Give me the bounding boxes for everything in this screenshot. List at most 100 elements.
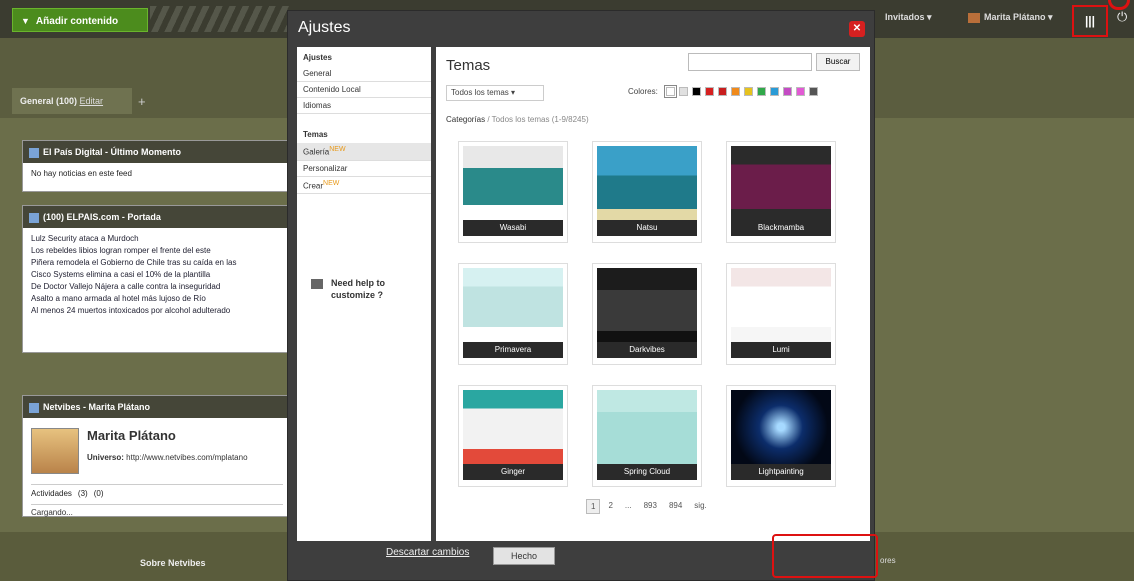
help-link[interactable]: Need help to customize ? — [311, 277, 401, 301]
theme-preview-image — [597, 268, 697, 342]
new-badge: NEW — [329, 146, 346, 153]
theme-name: Primavera — [463, 342, 563, 358]
top-bar-decoration — [150, 6, 290, 32]
pagination: 1 2 ... 893 894 sig. — [586, 499, 711, 514]
list-item[interactable]: Los rebeldes libios logran romper el fre… — [31, 246, 283, 255]
discard-changes-link[interactable]: Descartar cambios — [386, 547, 469, 558]
footer-text: ores — [880, 556, 896, 565]
theme-thumbnail[interactable]: Darkvibes — [592, 263, 702, 365]
search-button[interactable]: Buscar — [816, 53, 860, 71]
list-item[interactable]: Cisco Systems elimina a casi el 10% de l… — [31, 270, 283, 279]
theme-thumbnail[interactable]: Blackmamba — [726, 141, 836, 243]
page-link[interactable]: 1 — [586, 499, 601, 514]
page-link[interactable]: 2 — [604, 499, 616, 514]
list-item[interactable]: De Doctor Vallejo Nájera a calle contra … — [31, 282, 283, 291]
about-link[interactable]: Sobre Netvibes — [140, 558, 206, 568]
theme-name: Blackmamba — [731, 220, 831, 236]
user-menu[interactable]: Marita Plátano ▾ — [968, 12, 1053, 23]
add-tab-icon[interactable]: + — [138, 94, 146, 109]
theme-preview-image — [463, 390, 563, 464]
sidebar-section-temas: Temas — [303, 130, 328, 139]
color-swatch[interactable] — [679, 87, 688, 96]
widget-header[interactable]: El País Digital - Último Momento — [23, 141, 291, 163]
sidebar-item-idiomas[interactable]: Idiomas — [297, 98, 431, 114]
theme-preview-image — [463, 146, 563, 220]
add-content-button[interactable]: ▼ Añadir contenido — [12, 8, 148, 32]
power-icon[interactable]: ⏻ — [1117, 9, 1131, 24]
tab-edit-link[interactable]: Editar — [80, 96, 104, 106]
themes-panel: Temas Buscar Todos los temas ▾ Colores: … — [436, 47, 870, 541]
profile-name[interactable]: Marita Plátano — [87, 428, 248, 443]
theme-thumbnail[interactable]: Wasabi — [458, 141, 568, 243]
theme-preview-image — [597, 146, 697, 220]
color-swatch[interactable] — [796, 87, 805, 96]
theme-name: Natsu — [597, 220, 697, 236]
theme-name: Lumi — [731, 342, 831, 358]
color-swatch[interactable] — [718, 87, 727, 96]
theme-preview-image — [731, 146, 831, 220]
help-icon — [311, 279, 323, 289]
color-swatch[interactable] — [770, 87, 779, 96]
rss-icon — [29, 212, 39, 223]
user-avatar-icon — [968, 12, 980, 23]
theme-filter-select[interactable]: Todos los temas ▾ — [446, 85, 544, 101]
annotation-highlight — [772, 534, 878, 578]
theme-name: Wasabi — [463, 220, 563, 236]
theme-name: Ginger — [463, 464, 563, 480]
color-swatch[interactable] — [757, 87, 766, 96]
theme-thumbnail[interactable]: Natsu — [592, 141, 702, 243]
sidebar-section-ajustes: Ajustes — [303, 53, 332, 62]
page-link[interactable]: 894 — [665, 499, 686, 514]
tab-general[interactable]: General (100) Editar — [12, 88, 132, 114]
color-swatch[interactable] — [731, 87, 740, 96]
theme-thumbnail[interactable]: Ginger — [458, 385, 568, 487]
theme-preview-image — [731, 390, 831, 464]
theme-thumbnail[interactable]: Primavera — [458, 263, 568, 365]
widget-header[interactable]: (100) ELPAIS.com - Portada — [23, 206, 291, 228]
tab-activities[interactable]: Actividades — [31, 489, 72, 498]
color-swatch[interactable] — [783, 87, 792, 96]
next-page-link[interactable]: sig. — [690, 499, 710, 514]
theme-thumbnail[interactable]: Lightpainting — [726, 385, 836, 487]
breadcrumb-category[interactable]: Categorías — [446, 115, 485, 124]
sidebar-item-personalizar[interactable]: Personalizar — [297, 161, 431, 177]
page-link[interactable]: 893 — [640, 499, 661, 514]
theme-thumbnail[interactable]: Lumi — [726, 263, 836, 365]
news-list: Lulz Security ataca a Murdoch Los rebeld… — [31, 234, 283, 315]
theme-name: Darkvibes — [597, 342, 697, 358]
theme-preview-image — [463, 268, 563, 342]
theme-preview-image — [597, 390, 697, 464]
sidebar-item-crear[interactable]: CrearNEW — [297, 177, 431, 195]
theme-preview-image — [731, 268, 831, 342]
widget-header[interactable]: Netvibes - Marita Plátano — [23, 396, 291, 418]
color-swatch[interactable] — [705, 87, 714, 96]
sidebar-item-general[interactable]: General — [297, 66, 431, 82]
settings-sidebar: Ajustes General Contenido Local Idiomas … — [297, 47, 431, 541]
apps-grid-button[interactable]: ||| — [1072, 5, 1108, 37]
widget-elpais-portada: (100) ELPAIS.com - Portada Lulz Security… — [22, 205, 292, 353]
invites-menu[interactable]: Invitados ▾ — [885, 12, 932, 23]
color-swatch[interactable] — [744, 87, 753, 96]
tab-count[interactable]: (0) — [94, 489, 104, 498]
list-item[interactable]: Lulz Security ataca a Murdoch — [31, 234, 283, 243]
list-item[interactable]: Piñera remodela el Gobierno de Chile tra… — [31, 258, 283, 267]
color-swatch[interactable] — [692, 87, 701, 96]
new-badge: NEW — [323, 179, 340, 187]
color-swatch[interactable] — [664, 85, 677, 98]
done-button[interactable]: Hecho — [493, 547, 555, 565]
colors-label: Colores: — [628, 87, 658, 96]
close-icon[interactable]: ✕ — [849, 21, 865, 37]
list-item[interactable]: Asalto a mano armada al hotel más lujoso… — [31, 294, 283, 303]
search-input[interactable] — [688, 53, 812, 71]
sidebar-item-galeria[interactable]: GaleríaNEW — [297, 143, 431, 161]
profile-photo[interactable] — [31, 428, 79, 474]
list-item[interactable]: Al menos 24 muertos intoxicados por alco… — [31, 306, 283, 315]
theme-thumbnail[interactable]: Spring Cloud — [592, 385, 702, 487]
tab-count[interactable]: (3) — [78, 489, 88, 498]
profile-universe: Universo: http://www.netvibes.com/mplata… — [87, 453, 248, 462]
color-swatch[interactable] — [809, 87, 818, 96]
theme-name: Spring Cloud — [597, 464, 697, 480]
sidebar-item-contenido-local[interactable]: Contenido Local — [297, 82, 431, 98]
page-ellipsis: ... — [624, 501, 632, 510]
theme-name: Lightpainting — [731, 464, 831, 480]
